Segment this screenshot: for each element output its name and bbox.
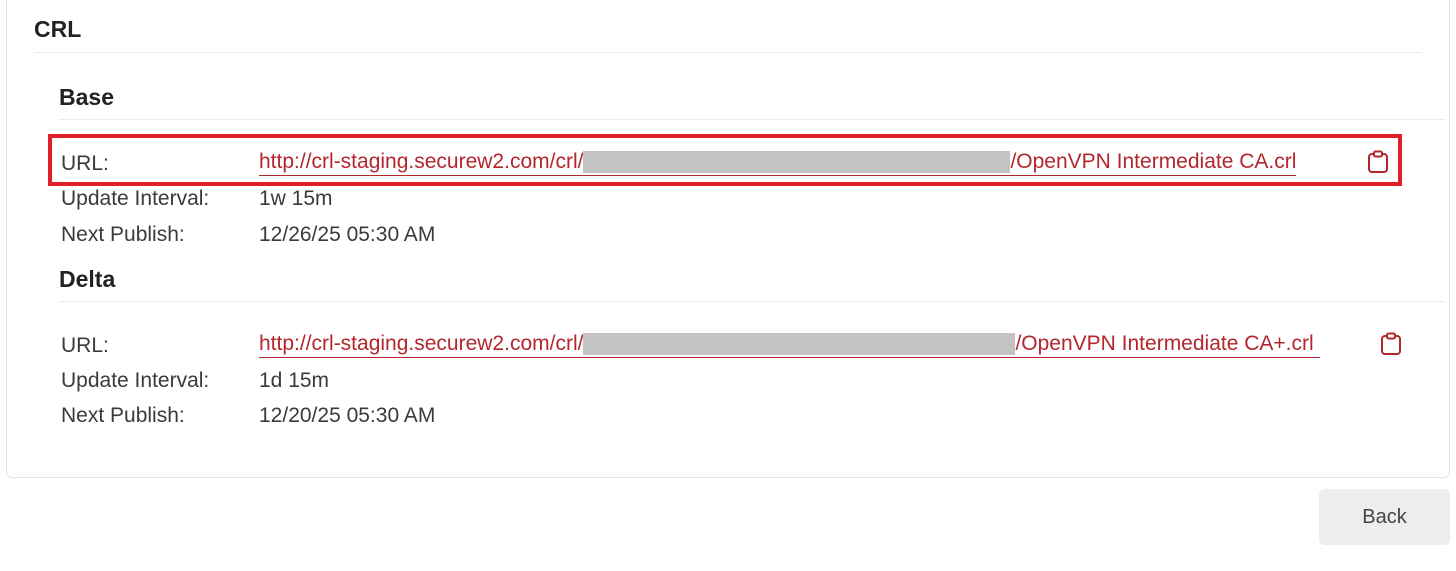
delta-crl-url-link[interactable]: http://crl-staging.securew2.com/crl/ /Ope… — [259, 331, 1320, 358]
delta-next-publish-value: 12/20/25 05:30 AM — [259, 404, 436, 427]
divider — [59, 301, 1445, 302]
base-crl-url-link[interactable]: http://crl-staging.securew2.com/crl/ /Ope… — [259, 149, 1297, 176]
delta-update-interval-label: Update Interval: — [61, 369, 210, 392]
base-update-interval-value: 1w 15m — [259, 187, 333, 210]
base-url-label: URL: — [61, 152, 109, 175]
delta-section-title: Delta — [59, 266, 116, 292]
clipboard-icon[interactable] — [1367, 150, 1389, 174]
page: CRL Base URL: http://crl-staging.securew… — [0, 0, 1456, 571]
redacted-region — [583, 333, 1016, 355]
base-url-suffix: /OpenVPN Intermediate CA.crl — [1010, 150, 1297, 173]
base-url-prefix: http://crl-staging.securew2.com/crl/ — [259, 150, 584, 173]
delta-update-interval-value: 1d 15m — [259, 369, 330, 392]
delta-url-suffix: /OpenVPN Intermediate CA+.crl — [1015, 332, 1320, 355]
delta-url-label: URL: — [61, 334, 109, 357]
delta-url-prefix: http://crl-staging.securew2.com/crl/ — [259, 332, 584, 355]
base-next-publish-label: Next Publish: — [61, 223, 185, 246]
base-section-title: Base — [59, 84, 114, 110]
base-update-interval-label: Update Interval: — [61, 187, 210, 210]
crl-section-title: CRL — [34, 16, 82, 42]
clipboard-icon[interactable] — [1380, 332, 1402, 356]
crl-card — [6, 0, 1450, 478]
divider — [59, 119, 1445, 120]
base-next-publish-value: 12/26/25 05:30 AM — [259, 223, 436, 246]
divider — [34, 52, 1422, 53]
redacted-region — [583, 151, 1011, 173]
delta-next-publish-label: Next Publish: — [61, 404, 185, 427]
back-button[interactable]: Back — [1319, 489, 1450, 545]
